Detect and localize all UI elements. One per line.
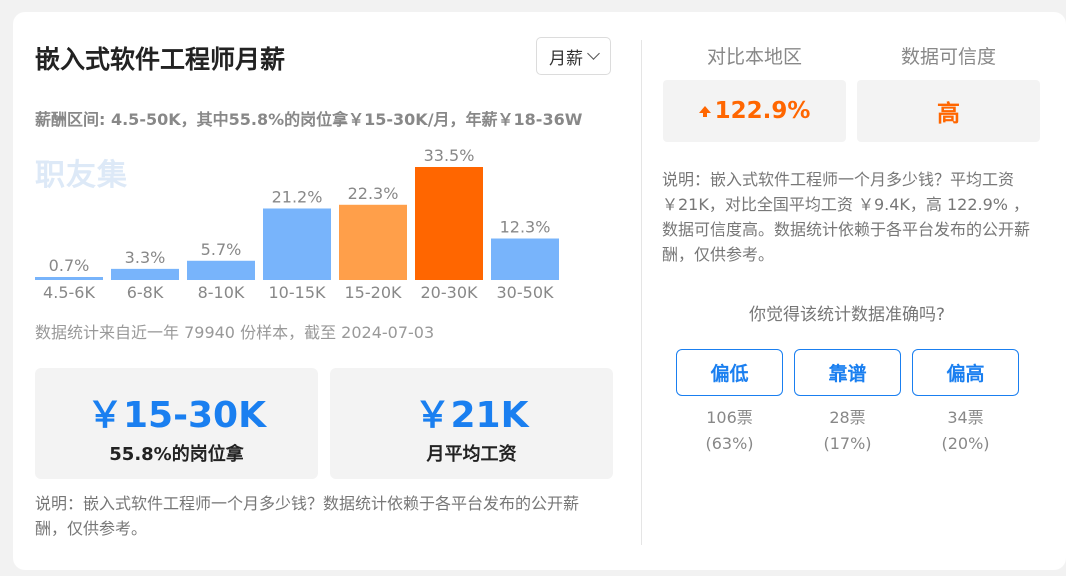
vote-high-percent: (20%) [941,434,990,453]
avg-stat-value: ￥21K [414,395,529,436]
trust-value: 高 [937,101,960,127]
category-label: 15-20K [345,283,402,302]
category-label: 8-10K [198,283,245,302]
category-label: 30-50K [497,283,554,302]
local-compare-value: 122.9% [714,98,811,124]
vote-accurate-count: 28票 (17%) [794,405,901,457]
bar-value-label: 3.3% [125,248,166,267]
bar-15-20K [339,204,407,280]
salary-range-summary: 薪酬区间: 4.5-50K，其中55.8%的岗位拿￥15-30K/月，年薪￥18… [35,110,583,129]
vote-low-percent: (63%) [705,434,754,453]
range-stat-value: ￥15-30K [86,395,267,436]
note-left: 说明：嵌入式软件工程师一个月多少钱？数据统计依赖于各平台发布的公开薪酬，仅供参考… [35,494,580,538]
vote-high-votes: 34票 [947,408,984,427]
local-compare-box: 122.9% [663,80,846,142]
vote-low-button[interactable]: 偏低 [676,349,783,396]
bar-value-label: 0.7% [49,256,90,275]
vote-high-count: 34票 (20%) [912,405,1019,457]
avg-stat-box: ￥21K 月平均工资 [330,368,613,479]
page-title: 嵌入式软件工程师月薪 [35,45,286,74]
bar-value-label: 12.3% [500,218,551,237]
salary-distribution-chart: 0.7% 4.5-6K 3.3% 6-8K 5.7% 8-10K 21.2% 10-15K 22… [35,146,559,302]
bar-value-label: 21.2% [272,187,323,206]
avg-stat-label: 月平均工资 [426,444,517,465]
poll-question: 你觉得该统计数据准确吗? [748,305,946,325]
bar-value-label: 22.3% [348,184,399,203]
bar-10-15K [263,208,331,280]
vote-high-button[interactable]: 偏高 [912,349,1019,396]
arrow-up-icon [698,105,711,117]
note-right: 说明：嵌入式软件工程师一个月多少钱？平均工资 ￥21K，对比全国平均工资 ￥9.… [662,170,1031,264]
range-stat-box: ￥15-30K 55.8%的岗位拿 [35,368,318,479]
local-compare-header: 对比本地区 [706,46,802,68]
trust-box: 高 [857,80,1040,142]
column-divider [641,40,642,545]
category-label: 4.5-6K [43,283,95,302]
category-label: 10-15K [269,283,326,302]
bar-4.5-6K [35,277,103,280]
trust-header: 数据可信度 [900,46,996,68]
vote-low-votes: 106票 [706,408,753,427]
bar-value-label: 5.7% [201,240,242,259]
range-stat-label: 55.8%的岗位拿 [109,444,244,465]
chevron-down-icon [587,47,600,60]
vote-accurate-votes: 28票 [829,408,866,427]
bar-8-10K [187,260,255,280]
period-select[interactable]: 月薪 [536,37,611,75]
vote-accurate-percent: (17%) [823,434,872,453]
category-label: 20-30K [421,283,478,302]
period-select-value: 月薪 [549,48,583,69]
vote-low-count: 106票 (63%) [676,405,783,457]
category-label: 6-8K [127,283,164,302]
bar-30-50K [491,238,559,280]
bar-20-30K [415,167,483,280]
vote-accurate-button[interactable]: 靠谱 [794,349,901,396]
bar-value-label: 33.5% [424,146,475,165]
bar-6-8K [111,268,179,280]
salary-card: 嵌入式软件工程师月薪 月薪 薪酬区间: 4.5-50K，其中55.8%的岗位拿￥… [13,12,1066,570]
sample-info: 数据统计来自近一年 79940 份样本，截至 2024-07-03 [35,323,435,342]
